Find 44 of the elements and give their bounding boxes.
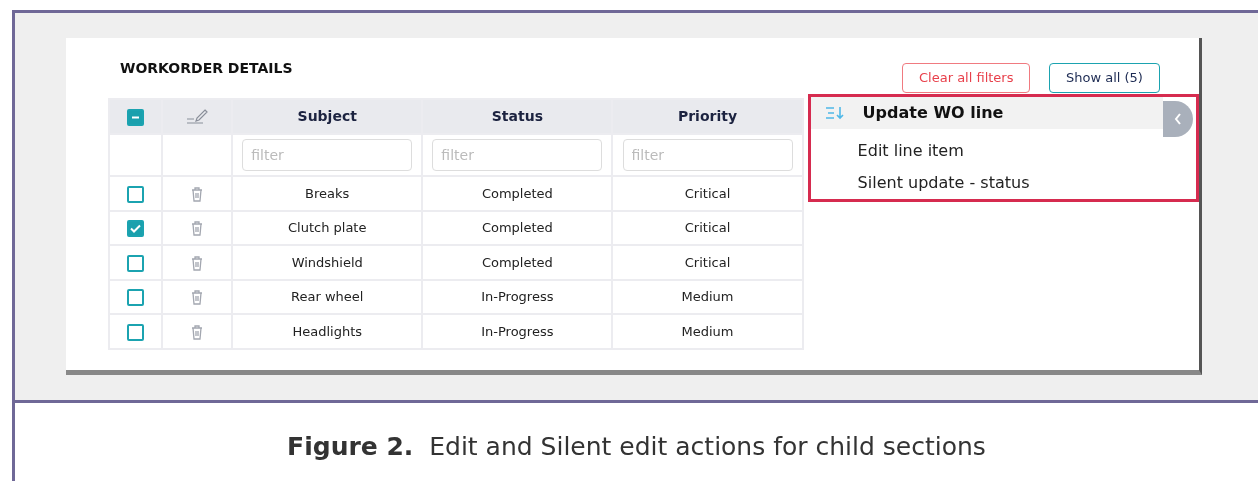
table-cell: Medium xyxy=(612,279,803,314)
table-cell: Windshield xyxy=(232,245,423,280)
checkbox[interactable] xyxy=(127,108,145,126)
filter-field[interactable]: filter xyxy=(242,139,413,171)
section-title: WORKORDER DETAILS xyxy=(120,58,293,78)
menu-item[interactable]: Silent update - status xyxy=(857,173,1030,192)
trash-icon[interactable] xyxy=(191,186,204,202)
table-cell: In-Progress xyxy=(422,314,613,349)
filter-field[interactable]: filter xyxy=(622,139,793,171)
trash-icon[interactable] xyxy=(191,324,204,340)
checkbox[interactable] xyxy=(127,323,145,341)
chevron-left-icon[interactable] xyxy=(1173,113,1182,125)
trash-icon[interactable] xyxy=(191,290,204,305)
figure-caption: Figure 2. Edit and Silent edit actions for child sections xyxy=(287,432,986,461)
checkbox[interactable] xyxy=(127,185,145,203)
table-cell: Headlights xyxy=(232,314,423,349)
trash-icon[interactable] xyxy=(191,221,204,236)
table-cell: Critical xyxy=(612,210,803,245)
menu-title: Update WO line xyxy=(862,102,1004,124)
sort-icon[interactable] xyxy=(824,106,845,120)
column-header[interactable]: Subject xyxy=(232,99,423,134)
checkbox[interactable] xyxy=(127,254,145,272)
edit-icon[interactable] xyxy=(186,109,209,125)
table-cell: In-Progress xyxy=(422,279,613,314)
column-header[interactable]: Priority xyxy=(612,99,803,134)
show-all-button[interactable]: Show all (5) xyxy=(1049,63,1160,93)
column-header[interactable]: Status xyxy=(422,99,613,134)
table-cell: Medium xyxy=(612,314,803,349)
menu-item[interactable]: Edit line item xyxy=(857,141,964,160)
table-cell: Critical xyxy=(612,245,803,280)
table-cell: Completed xyxy=(422,245,613,280)
collapse-tab[interactable] xyxy=(1162,101,1193,137)
table-cell: Completed xyxy=(422,176,613,211)
table-cell: Clutch plate xyxy=(232,210,423,245)
table-cell: Breaks xyxy=(232,176,423,211)
table-cell: Completed xyxy=(422,210,613,245)
checkbox[interactable] xyxy=(127,289,145,306)
table-cell: Critical xyxy=(612,176,803,211)
table-cell: Rear wheel xyxy=(232,279,423,314)
filter-field[interactable]: filter xyxy=(432,139,603,171)
checkbox[interactable] xyxy=(127,220,145,237)
trash-icon[interactable] xyxy=(191,255,204,271)
checkmark-icon xyxy=(129,222,143,235)
clear-filters-button[interactable]: Clear all filters xyxy=(902,63,1031,93)
